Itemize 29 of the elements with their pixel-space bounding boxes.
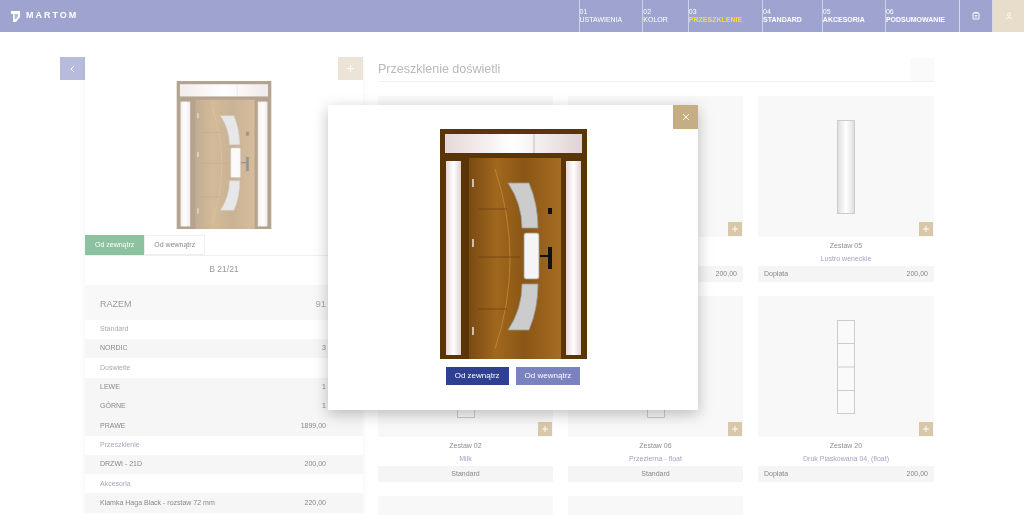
user-button[interactable] <box>993 0 1024 32</box>
total-label: RAZEM <box>100 297 132 311</box>
chevron-left-icon <box>70 64 75 73</box>
plus-icon <box>923 426 929 432</box>
add-button[interactable] <box>728 422 742 436</box>
cart-icon <box>972 12 980 20</box>
cart-button[interactable] <box>959 0 993 32</box>
plus-icon <box>923 226 929 232</box>
plus-icon <box>732 226 738 232</box>
plus-icon <box>347 65 354 72</box>
logo-icon <box>11 10 20 22</box>
glass-pane-icon <box>837 119 855 214</box>
add-button[interactable] <box>919 222 933 236</box>
close-icon <box>682 114 689 120</box>
plus-icon <box>542 426 548 432</box>
add-button[interactable] <box>338 57 363 80</box>
view-button[interactable]: Od wewnątrz <box>515 367 581 385</box>
add-button[interactable] <box>538 422 552 436</box>
back-button[interactable] <box>60 57 85 80</box>
total-value: 91 <box>315 297 326 312</box>
brand-name: MARTOM <box>26 9 79 23</box>
add-button[interactable] <box>728 222 742 236</box>
glass-pane-icon <box>837 319 855 414</box>
add-button[interactable] <box>919 422 933 436</box>
close-button[interactable] <box>673 105 698 129</box>
view-button[interactable]: Od zewnątrz <box>445 367 509 385</box>
user-icon <box>1004 12 1013 20</box>
plus-icon <box>732 426 738 432</box>
section-title: Przeszklenie doświetli <box>378 60 501 78</box>
